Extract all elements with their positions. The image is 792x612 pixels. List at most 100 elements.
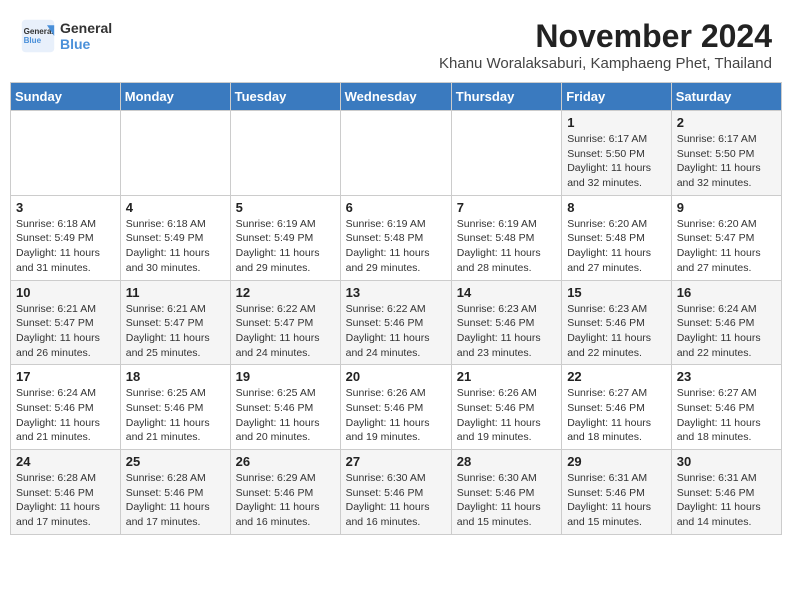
calendar-day-cell: 6 Sunrise: 6:19 AM Sunset: 5:48 PM Daylig… [340, 195, 451, 280]
day-info: Sunrise: 6:17 AM Sunset: 5:50 PM Dayligh… [567, 132, 666, 191]
day-number: 12 [236, 285, 335, 300]
day-number: 23 [677, 369, 776, 384]
calendar-week-row: 3 Sunrise: 6:18 AM Sunset: 5:49 PM Daylig… [11, 195, 782, 280]
calendar-day-cell: 5 Sunrise: 6:19 AM Sunset: 5:49 PM Daylig… [230, 195, 340, 280]
day-info: Sunrise: 6:31 AM Sunset: 5:46 PM Dayligh… [567, 471, 666, 530]
day-number: 14 [457, 285, 556, 300]
day-number: 5 [236, 200, 335, 215]
day-info: Sunrise: 6:30 AM Sunset: 5:46 PM Dayligh… [346, 471, 446, 530]
calendar-day-cell: 20 Sunrise: 6:26 AM Sunset: 5:46 PM Dayli… [340, 365, 451, 450]
svg-text:General: General [24, 27, 54, 36]
day-number: 19 [236, 369, 335, 384]
day-info: Sunrise: 6:19 AM Sunset: 5:48 PM Dayligh… [346, 217, 446, 276]
day-info: Sunrise: 6:20 AM Sunset: 5:48 PM Dayligh… [567, 217, 666, 276]
calendar-day-cell: 30 Sunrise: 6:31 AM Sunset: 5:46 PM Dayli… [671, 450, 781, 535]
day-number: 4 [126, 200, 225, 215]
day-number: 26 [236, 454, 335, 469]
day-number: 16 [677, 285, 776, 300]
weekday-header: Thursday [451, 83, 561, 111]
day-info: Sunrise: 6:27 AM Sunset: 5:46 PM Dayligh… [677, 386, 776, 445]
calendar-day-cell [11, 111, 121, 196]
calendar-week-row: 17Sunrise: 6:24 AM Sunset: 5:46 PM Dayli… [11, 365, 782, 450]
logo: General Blue General Blue [20, 18, 112, 54]
calendar-day-cell: 27 Sunrise: 6:30 AM Sunset: 5:46 PM Dayli… [340, 450, 451, 535]
day-info: Sunrise: 6:25 AM Sunset: 5:46 PM Dayligh… [236, 386, 335, 445]
day-number: 20 [346, 369, 446, 384]
day-number: 29 [567, 454, 666, 469]
day-number: 18 [126, 369, 225, 384]
calendar-week-row: 1 Sunrise: 6:17 AM Sunset: 5:50 PM Daylig… [11, 111, 782, 196]
calendar-day-cell: 3Sunrise: 6:18 AM Sunset: 5:49 PM Daylig… [11, 195, 121, 280]
calendar-day-cell: 13Sunrise: 6:22 AM Sunset: 5:46 PM Dayli… [340, 280, 451, 365]
calendar-day-cell: 2 Sunrise: 6:17 AM Sunset: 5:50 PM Daylig… [671, 111, 781, 196]
day-number: 6 [346, 200, 446, 215]
calendar-day-cell: 8 Sunrise: 6:20 AM Sunset: 5:48 PM Daylig… [562, 195, 672, 280]
page-header: General Blue General Blue November 2024 … [10, 10, 782, 76]
day-info: Sunrise: 6:26 AM Sunset: 5:46 PM Dayligh… [457, 386, 556, 445]
day-number: 8 [567, 200, 666, 215]
calendar-day-cell: 15 Sunrise: 6:23 AM Sunset: 5:46 PM Dayli… [562, 280, 672, 365]
calendar-day-cell: 21Sunrise: 6:26 AM Sunset: 5:46 PM Dayli… [451, 365, 561, 450]
day-number: 1 [567, 115, 666, 130]
logo-text: General Blue [60, 20, 112, 52]
day-info: Sunrise: 6:30 AM Sunset: 5:46 PM Dayligh… [457, 471, 556, 530]
day-number: 15 [567, 285, 666, 300]
day-info: Sunrise: 6:26 AM Sunset: 5:46 PM Dayligh… [346, 386, 446, 445]
page-subtitle: Khanu Woralaksaburi, Kamphaeng Phet, Tha… [439, 55, 772, 72]
day-number: 25 [126, 454, 225, 469]
calendar-day-cell [230, 111, 340, 196]
day-number: 24 [16, 454, 115, 469]
calendar-day-cell: 9Sunrise: 6:20 AM Sunset: 5:47 PM Daylig… [671, 195, 781, 280]
calendar-table: SundayMondayTuesdayWednesdayThursdayFrid… [10, 82, 782, 535]
calendar-day-cell: 18 Sunrise: 6:25 AM Sunset: 5:46 PM Dayli… [120, 365, 230, 450]
calendar-day-cell: 11Sunrise: 6:21 AM Sunset: 5:47 PM Dayli… [120, 280, 230, 365]
day-number: 2 [677, 115, 776, 130]
day-number: 10 [16, 285, 115, 300]
calendar-day-cell: 29 Sunrise: 6:31 AM Sunset: 5:46 PM Dayli… [562, 450, 672, 535]
day-info: Sunrise: 6:21 AM Sunset: 5:47 PM Dayligh… [16, 302, 115, 361]
weekday-header: Sunday [11, 83, 121, 111]
page-title: November 2024 [439, 18, 772, 55]
day-info: Sunrise: 6:18 AM Sunset: 5:49 PM Dayligh… [126, 217, 225, 276]
day-info: Sunrise: 6:22 AM Sunset: 5:47 PM Dayligh… [236, 302, 335, 361]
calendar-day-cell: 25 Sunrise: 6:28 AM Sunset: 5:46 PM Dayli… [120, 450, 230, 535]
calendar-day-cell: 24Sunrise: 6:28 AM Sunset: 5:46 PM Dayli… [11, 450, 121, 535]
calendar-day-cell: 12 Sunrise: 6:22 AM Sunset: 5:47 PM Dayli… [230, 280, 340, 365]
calendar-header-row: SundayMondayTuesdayWednesdayThursdayFrid… [11, 83, 782, 111]
calendar-week-row: 10 Sunrise: 6:21 AM Sunset: 5:47 PM Dayli… [11, 280, 782, 365]
day-number: 28 [457, 454, 556, 469]
calendar-week-row: 24 Sunrise: 6:28 AM Sunset: 5:46 PM Dayli… [11, 450, 782, 535]
day-info: Sunrise: 6:24 AM Sunset: 5:46 PM Dayligh… [677, 302, 776, 361]
day-info: Sunrise: 6:29 AM Sunset: 5:46 PM Dayligh… [236, 471, 335, 530]
weekday-header: Wednesday [340, 83, 451, 111]
logo-icon: General Blue [20, 18, 56, 54]
day-info: Sunrise: 6:19 AM Sunset: 5:49 PM Dayligh… [236, 217, 335, 276]
calendar-day-cell [120, 111, 230, 196]
day-info: Sunrise: 6:28 AM Sunset: 5:46 PM Dayligh… [126, 471, 225, 530]
svg-text:Blue: Blue [24, 36, 42, 45]
day-number: 30 [677, 454, 776, 469]
day-info: Sunrise: 6:31 AM Sunset: 5:46 PM Dayligh… [677, 471, 776, 530]
day-info: Sunrise: 6:17 AM Sunset: 5:50 PM Dayligh… [677, 132, 776, 191]
day-info: Sunrise: 6:23 AM Sunset: 5:46 PM Dayligh… [457, 302, 556, 361]
calendar-day-cell: 22Sunrise: 6:27 AM Sunset: 5:46 PM Dayli… [562, 365, 672, 450]
day-number: 9 [677, 200, 776, 215]
day-number: 27 [346, 454, 446, 469]
calendar-day-cell: 16 Sunrise: 6:24 AM Sunset: 5:46 PM Dayli… [671, 280, 781, 365]
calendar-day-cell: 4 Sunrise: 6:18 AM Sunset: 5:49 PM Daylig… [120, 195, 230, 280]
calendar-day-cell [340, 111, 451, 196]
calendar-day-cell: 1 Sunrise: 6:17 AM Sunset: 5:50 PM Daylig… [562, 111, 672, 196]
calendar-day-cell: 28 Sunrise: 6:30 AM Sunset: 5:46 PM Dayli… [451, 450, 561, 535]
calendar-day-cell: 19 Sunrise: 6:25 AM Sunset: 5:46 PM Dayli… [230, 365, 340, 450]
day-info: Sunrise: 6:25 AM Sunset: 5:46 PM Dayligh… [126, 386, 225, 445]
day-info: Sunrise: 6:21 AM Sunset: 5:47 PM Dayligh… [126, 302, 225, 361]
weekday-header: Friday [562, 83, 672, 111]
calendar-day-cell: 26 Sunrise: 6:29 AM Sunset: 5:46 PM Dayli… [230, 450, 340, 535]
weekday-header: Tuesday [230, 83, 340, 111]
calendar-day-cell: 17Sunrise: 6:24 AM Sunset: 5:46 PM Dayli… [11, 365, 121, 450]
day-info: Sunrise: 6:23 AM Sunset: 5:46 PM Dayligh… [567, 302, 666, 361]
day-number: 3 [16, 200, 115, 215]
day-info: Sunrise: 6:19 AM Sunset: 5:48 PM Dayligh… [457, 217, 556, 276]
day-info: Sunrise: 6:24 AM Sunset: 5:46 PM Dayligh… [16, 386, 115, 445]
calendar-day-cell: 23 Sunrise: 6:27 AM Sunset: 5:46 PM Dayli… [671, 365, 781, 450]
